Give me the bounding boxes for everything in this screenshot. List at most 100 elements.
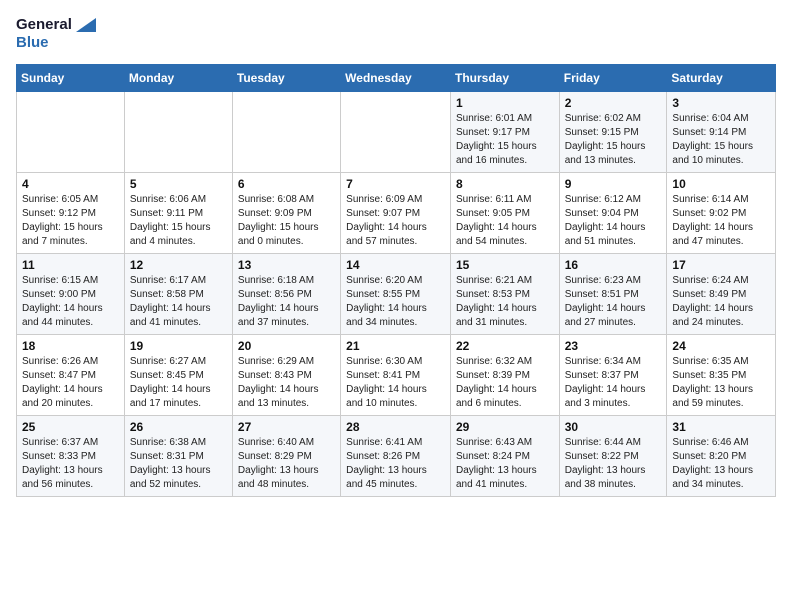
day-cell: 1 Sunrise: 6:01 AM Sunset: 9:17 PM Daylig… [450, 92, 559, 173]
day-cell: 5 Sunrise: 6:06 AM Sunset: 9:11 PM Daylig… [124, 173, 232, 254]
day-cell: 20 Sunrise: 6:29 AM Sunset: 8:43 PM Dayli… [232, 335, 340, 416]
day-cell [17, 92, 125, 173]
day-number: 30 [565, 420, 662, 434]
day-cell: 7 Sunrise: 6:09 AM Sunset: 9:07 PM Daylig… [341, 173, 451, 254]
logo-blue: Blue [16, 34, 49, 51]
day-cell: 22 Sunrise: 6:32 AM Sunset: 8:39 PM Dayli… [450, 335, 559, 416]
day-info: Sunrise: 6:09 AM Sunset: 9:07 PM Dayligh… [346, 193, 445, 249]
day-cell: 16Sunrise: 6:23 AM Sunset: 8:51 PM Dayli… [559, 254, 667, 335]
day-cell: 14 Sunrise: 6:20 AM Sunset: 8:55 PM Dayli… [341, 254, 451, 335]
day-cell: 23Sunrise: 6:34 AM Sunset: 8:37 PM Dayli… [559, 335, 667, 416]
week-row-2: 4Sunrise: 6:05 AM Sunset: 9:12 PM Daylig… [17, 173, 776, 254]
day-cell: 13 Sunrise: 6:18 AM Sunset: 8:56 PM Dayli… [232, 254, 340, 335]
day-info: Sunrise: 6:04 AM Sunset: 9:14 PM Dayligh… [672, 112, 770, 168]
day-info: Sunrise: 6:11 AM Sunset: 9:05 PM Dayligh… [456, 193, 554, 249]
day-number: 11 [22, 258, 119, 272]
day-cell: 25 Sunrise: 6:37 AM Sunset: 8:33 PM Dayli… [17, 416, 125, 497]
day-info: Sunrise: 6:12 AM Sunset: 9:04 PM Dayligh… [565, 193, 662, 249]
day-cell: 6 Sunrise: 6:08 AM Sunset: 9:09 PM Daylig… [232, 173, 340, 254]
day-number: 23 [565, 339, 662, 353]
day-cell: 29 Sunrise: 6:43 AM Sunset: 8:24 PM Dayli… [450, 416, 559, 497]
logo: General Blue [16, 16, 96, 52]
page-header: General Blue [16, 16, 776, 52]
day-cell: 21Sunrise: 6:30 AM Sunset: 8:41 PM Dayli… [341, 335, 451, 416]
day-cell: 2 Sunrise: 6:02 AM Sunset: 9:15 PM Daylig… [559, 92, 667, 173]
day-info: Sunrise: 6:43 AM Sunset: 8:24 PM Dayligh… [456, 436, 554, 492]
day-info: Sunrise: 6:18 AM Sunset: 8:56 PM Dayligh… [238, 274, 335, 330]
day-number: 7 [346, 177, 445, 191]
weekday-header-row: SundayMondayTuesdayWednesdayThursdayFrid… [17, 65, 776, 92]
day-number: 13 [238, 258, 335, 272]
day-cell [124, 92, 232, 173]
day-number: 24 [672, 339, 770, 353]
week-row-4: 18 Sunrise: 6:26 AM Sunset: 8:47 PM Dayli… [17, 335, 776, 416]
day-info: Sunrise: 6:06 AM Sunset: 9:11 PM Dayligh… [130, 193, 227, 249]
day-info: Sunrise: 6:44 AM Sunset: 8:22 PM Dayligh… [565, 436, 662, 492]
day-number: 14 [346, 258, 445, 272]
day-number: 27 [238, 420, 335, 434]
day-number: 3 [672, 96, 770, 110]
day-number: 9 [565, 177, 662, 191]
day-info: Sunrise: 6:32 AM Sunset: 8:39 PM Dayligh… [456, 355, 554, 411]
day-info: Sunrise: 6:05 AM Sunset: 9:12 PM Dayligh… [22, 193, 119, 249]
day-cell: 12 Sunrise: 6:17 AM Sunset: 8:58 PM Dayli… [124, 254, 232, 335]
day-info: Sunrise: 6:08 AM Sunset: 9:09 PM Dayligh… [238, 193, 335, 249]
day-cell: 3 Sunrise: 6:04 AM Sunset: 9:14 PM Daylig… [667, 92, 776, 173]
day-number: 6 [238, 177, 335, 191]
day-cell: 9 Sunrise: 6:12 AM Sunset: 9:04 PM Daylig… [559, 173, 667, 254]
day-info: Sunrise: 6:40 AM Sunset: 8:29 PM Dayligh… [238, 436, 335, 492]
day-cell: 4Sunrise: 6:05 AM Sunset: 9:12 PM Daylig… [17, 173, 125, 254]
day-number: 19 [130, 339, 227, 353]
day-info: Sunrise: 6:01 AM Sunset: 9:17 PM Dayligh… [456, 112, 554, 168]
weekday-header-wednesday: Wednesday [341, 65, 451, 92]
day-cell: 19 Sunrise: 6:27 AM Sunset: 8:45 PM Dayli… [124, 335, 232, 416]
day-info: Sunrise: 6:38 AM Sunset: 8:31 PM Dayligh… [130, 436, 227, 492]
day-number: 5 [130, 177, 227, 191]
day-cell [341, 92, 451, 173]
day-number: 20 [238, 339, 335, 353]
day-number: 12 [130, 258, 227, 272]
week-row-1: 1 Sunrise: 6:01 AM Sunset: 9:17 PM Daylig… [17, 92, 776, 173]
weekday-header-friday: Friday [559, 65, 667, 92]
day-info: Sunrise: 6:41 AM Sunset: 8:26 PM Dayligh… [346, 436, 445, 492]
day-cell: 26Sunrise: 6:38 AM Sunset: 8:31 PM Dayli… [124, 416, 232, 497]
weekday-header-saturday: Saturday [667, 65, 776, 92]
weekday-header-thursday: Thursday [450, 65, 559, 92]
week-row-5: 25 Sunrise: 6:37 AM Sunset: 8:33 PM Dayli… [17, 416, 776, 497]
day-info: Sunrise: 6:27 AM Sunset: 8:45 PM Dayligh… [130, 355, 227, 411]
day-info: Sunrise: 6:21 AM Sunset: 8:53 PM Dayligh… [456, 274, 554, 330]
day-number: 10 [672, 177, 770, 191]
day-info: Sunrise: 6:20 AM Sunset: 8:55 PM Dayligh… [346, 274, 445, 330]
day-number: 15 [456, 258, 554, 272]
day-cell: 27 Sunrise: 6:40 AM Sunset: 8:29 PM Dayli… [232, 416, 340, 497]
day-info: Sunrise: 6:37 AM Sunset: 8:33 PM Dayligh… [22, 436, 119, 492]
week-row-3: 11Sunrise: 6:15 AM Sunset: 9:00 PM Dayli… [17, 254, 776, 335]
day-cell: 8Sunrise: 6:11 AM Sunset: 9:05 PM Daylig… [450, 173, 559, 254]
day-cell: 24 Sunrise: 6:35 AM Sunset: 8:35 PM Dayli… [667, 335, 776, 416]
day-number: 18 [22, 339, 119, 353]
calendar-body: 1 Sunrise: 6:01 AM Sunset: 9:17 PM Daylig… [17, 92, 776, 497]
day-number: 22 [456, 339, 554, 353]
day-cell: 30 Sunrise: 6:44 AM Sunset: 8:22 PM Dayli… [559, 416, 667, 497]
day-cell: 28 Sunrise: 6:41 AM Sunset: 8:26 PM Dayli… [341, 416, 451, 497]
day-number: 28 [346, 420, 445, 434]
logo-general: General [16, 16, 72, 33]
day-info: Sunrise: 6:14 AM Sunset: 9:02 PM Dayligh… [672, 193, 770, 249]
day-number: 17 [672, 258, 770, 272]
day-info: Sunrise: 6:02 AM Sunset: 9:15 PM Dayligh… [565, 112, 662, 168]
calendar-table: SundayMondayTuesdayWednesdayThursdayFrid… [16, 64, 776, 497]
day-info: Sunrise: 6:17 AM Sunset: 8:58 PM Dayligh… [130, 274, 227, 330]
day-number: 25 [22, 420, 119, 434]
day-number: 1 [456, 96, 554, 110]
day-number: 29 [456, 420, 554, 434]
day-cell: 31Sunrise: 6:46 AM Sunset: 8:20 PM Dayli… [667, 416, 776, 497]
day-number: 2 [565, 96, 662, 110]
day-cell: 11Sunrise: 6:15 AM Sunset: 9:00 PM Dayli… [17, 254, 125, 335]
day-info: Sunrise: 6:35 AM Sunset: 8:35 PM Dayligh… [672, 355, 770, 411]
day-cell: 10 Sunrise: 6:14 AM Sunset: 9:02 PM Dayli… [667, 173, 776, 254]
day-cell: 15 Sunrise: 6:21 AM Sunset: 8:53 PM Dayli… [450, 254, 559, 335]
day-number: 31 [672, 420, 770, 434]
day-cell: 17Sunrise: 6:24 AM Sunset: 8:49 PM Dayli… [667, 254, 776, 335]
day-info: Sunrise: 6:29 AM Sunset: 8:43 PM Dayligh… [238, 355, 335, 411]
day-info: Sunrise: 6:26 AM Sunset: 8:47 PM Dayligh… [22, 355, 119, 411]
